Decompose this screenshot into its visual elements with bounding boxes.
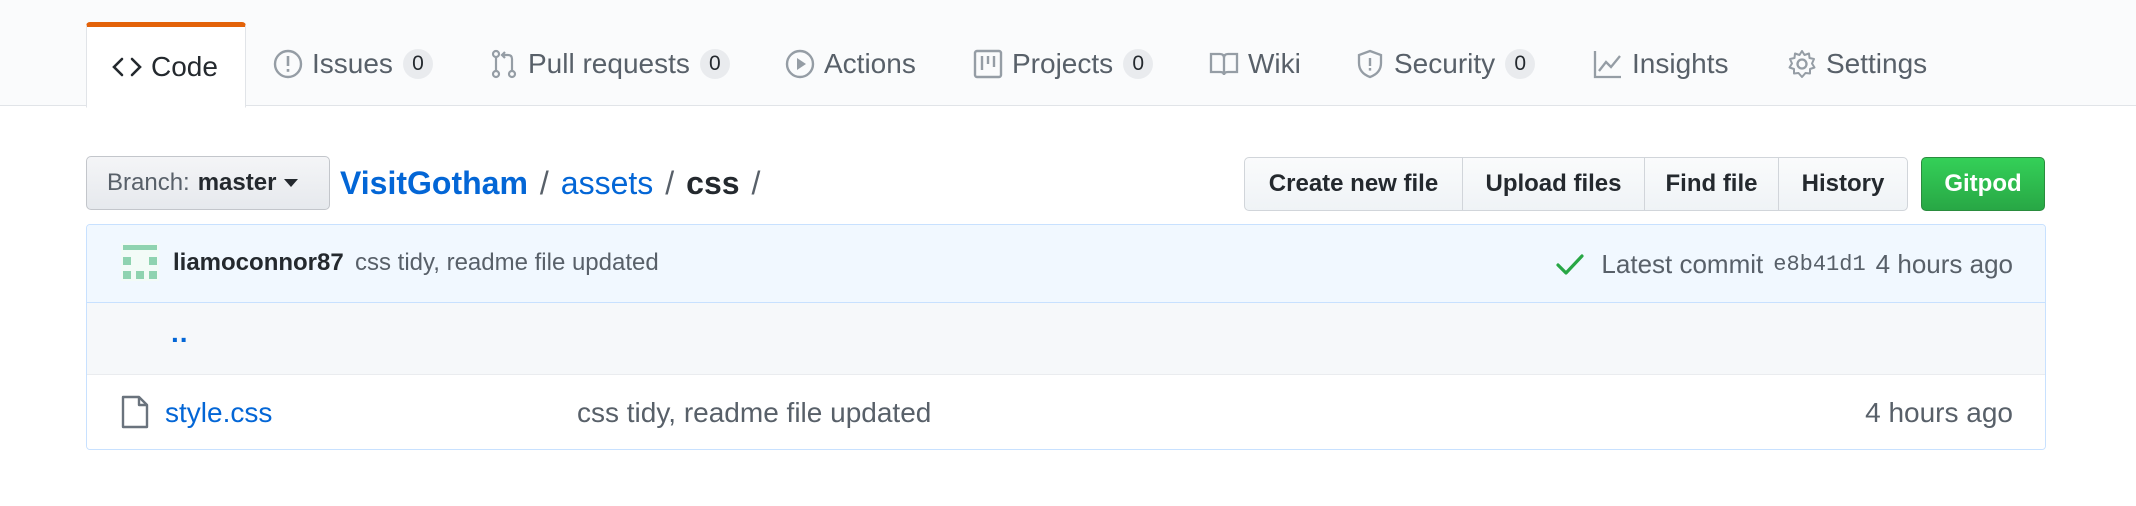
- tab-pull-requests-label: Pull requests: [528, 48, 690, 79]
- gitpod-button[interactable]: Gitpod: [1921, 157, 2045, 211]
- breadcrumb-current-folder: css: [686, 164, 740, 201]
- file-actions: Create new file Upload files Find file H…: [1244, 157, 1908, 211]
- tab-wiki-label: Wiki: [1248, 48, 1301, 79]
- issues-counter: 0: [402, 49, 433, 79]
- shield-icon: [1354, 48, 1386, 80]
- file-age: 4 hours ago: [1865, 397, 2013, 428]
- commit-author-link[interactable]: liamoconnor87: [173, 249, 344, 277]
- tab-pull-requests[interactable]: Pull requests 0: [462, 22, 730, 106]
- breadcrumb-separator: /: [539, 164, 549, 201]
- tab-settings-label: Settings: [1826, 48, 1928, 79]
- breadcrumb-repo-link[interactable]: VisitGotham: [340, 165, 528, 202]
- breadcrumb-separator: /: [751, 164, 761, 201]
- tab-projects[interactable]: Projects 0: [946, 22, 1154, 106]
- file-icon: [121, 395, 149, 429]
- tab-issues-label: Issues: [312, 48, 393, 79]
- play-icon: [784, 48, 816, 80]
- tab-issues[interactable]: Issues 0: [246, 22, 433, 106]
- caret-down-icon: [284, 179, 299, 187]
- code-icon: [111, 51, 143, 83]
- branch-name: master: [197, 169, 277, 196]
- breadcrumb-separator: /: [665, 164, 675, 201]
- tab-actions[interactable]: Actions: [758, 22, 916, 106]
- upload-files-button[interactable]: Upload files: [1462, 157, 1645, 211]
- security-counter: 0: [1505, 49, 1536, 79]
- tab-insights-label: Insights: [1632, 48, 1729, 79]
- tab-projects-label: Projects: [1012, 48, 1114, 79]
- file-name-link[interactable]: style.css: [165, 397, 272, 429]
- tab-code[interactable]: Code: [86, 22, 246, 108]
- commit-message-link[interactable]: css tidy, readme file updated: [355, 249, 659, 277]
- table-row[interactable]: style.css css tidy, readme file updated …: [87, 375, 2045, 449]
- find-file-button[interactable]: Find file: [1644, 157, 1779, 211]
- commit-age: 4 hours ago: [1875, 248, 2013, 279]
- git-pull-request-icon: [488, 48, 520, 80]
- commit-sha-link[interactable]: e8b41d1: [1773, 252, 1865, 277]
- project-icon: [972, 48, 1004, 80]
- create-new-file-button[interactable]: Create new file: [1244, 157, 1463, 211]
- tab-actions-label: Actions: [824, 48, 916, 79]
- tab-settings[interactable]: Settings: [1760, 22, 1927, 106]
- issue-opened-icon: [272, 48, 304, 80]
- tab-security-label: Security: [1394, 48, 1496, 79]
- file-list: liamoconnor87 css tidy, readme file upda…: [86, 224, 2046, 450]
- branch-prefix: Branch:: [107, 169, 190, 196]
- breadcrumb-assets-link[interactable]: assets: [561, 165, 653, 202]
- projects-counter: 0: [1123, 49, 1154, 79]
- tab-code-label: Code: [151, 51, 218, 82]
- repo-nav: Code Issues 0 Pull requests 0 Actions Pr…: [0, 0, 2136, 108]
- tab-wiki[interactable]: Wiki: [1182, 22, 1301, 106]
- latest-commit-label: Latest commit: [1601, 248, 1764, 279]
- history-button[interactable]: History: [1778, 157, 1908, 211]
- pull-requests-counter: 0: [699, 49, 730, 79]
- breadcrumb: VisitGotham / assets / css /: [340, 158, 772, 208]
- parent-directory-row[interactable]: ..: [87, 303, 2045, 375]
- graph-icon: [1592, 48, 1624, 80]
- book-icon: [1208, 48, 1240, 80]
- check-icon: [1556, 254, 1585, 275]
- branch-select-button[interactable]: Branch: master: [86, 156, 330, 210]
- latest-commit-info: Latest commit e8b41d1 4 hours ago: [1553, 247, 2013, 281]
- parent-directory-link[interactable]: ..: [171, 317, 189, 349]
- file-commit-message-link[interactable]: css tidy, readme file updated: [577, 397, 931, 429]
- avatar[interactable]: [121, 243, 159, 281]
- tab-security[interactable]: Security 0: [1328, 22, 1536, 106]
- gear-icon: [1786, 48, 1818, 80]
- tab-insights[interactable]: Insights: [1566, 22, 1729, 106]
- latest-commit-bar: liamoconnor87 css tidy, readme file upda…: [87, 225, 2045, 303]
